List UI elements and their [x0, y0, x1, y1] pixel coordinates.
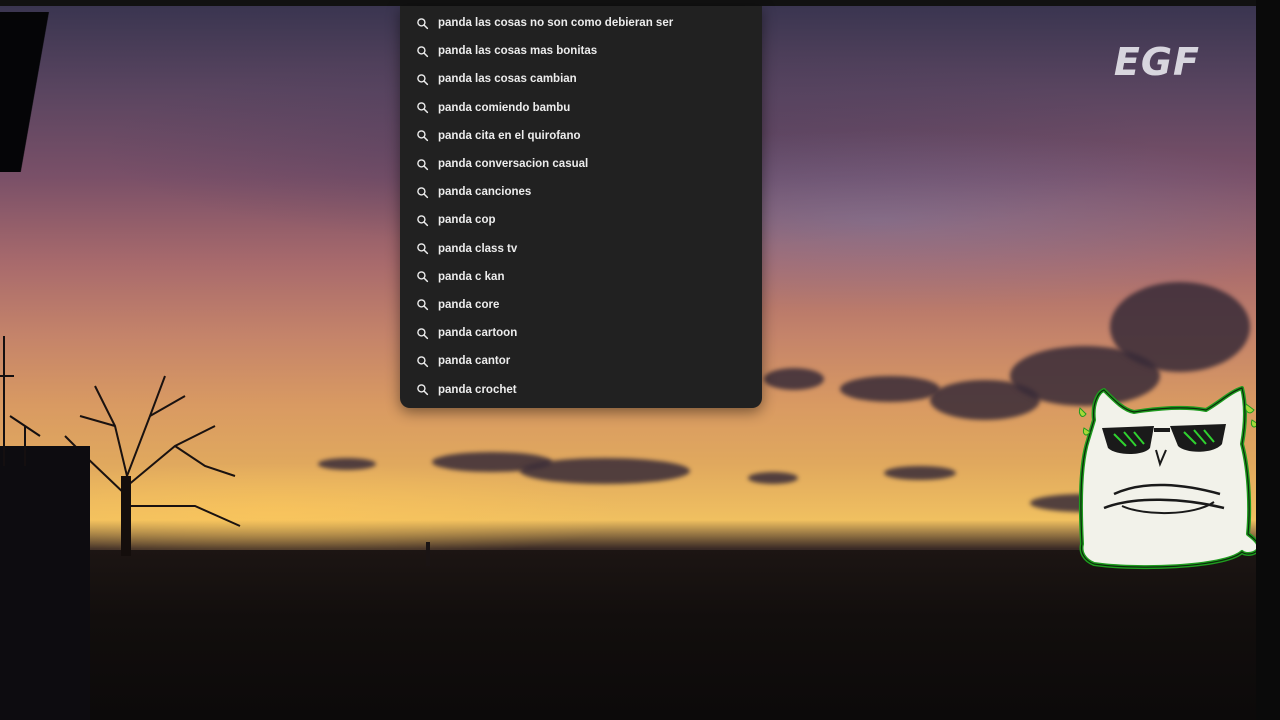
search-icon	[417, 158, 429, 170]
search-suggestion-label: panda conversacion casual	[438, 158, 589, 171]
search-suggestion-label: panda class tv	[438, 242, 518, 255]
landscape-ground	[0, 550, 1256, 720]
search-suggestion-label: panda core	[438, 298, 500, 311]
search-icon	[417, 74, 429, 86]
search-suggestion-label: panda las cosas no son como debieran ser	[438, 17, 674, 30]
search-suggestion-label: panda cop	[438, 214, 496, 227]
cat-mascot-sticker	[1078, 386, 1256, 570]
search-suggestion-item[interactable]: panda comiendo bambu	[400, 94, 762, 122]
search-icon	[417, 45, 429, 57]
search-suggestion-item[interactable]: panda cita en el quirofano	[400, 122, 762, 150]
channel-watermark: EGF	[1113, 40, 1200, 84]
window-frame-silhouette	[0, 12, 60, 172]
cloud	[1110, 282, 1250, 372]
cloud	[884, 466, 956, 480]
search-icon	[417, 243, 429, 255]
cloud	[520, 458, 690, 484]
search-icon	[417, 186, 429, 198]
cloud	[748, 472, 798, 484]
search-icon	[417, 356, 429, 367]
cloud	[840, 376, 940, 402]
search-suggestion-item[interactable]: panda las cosas no son como debieran ser	[400, 9, 762, 37]
search-suggestion-label: panda comiendo bambu	[438, 101, 571, 114]
search-icon	[417, 327, 429, 339]
search-suggestion-item[interactable]: panda class tv	[400, 235, 762, 263]
search-suggestion-label: panda canciones	[438, 186, 532, 199]
search-suggestion-item[interactable]: panda c kan	[400, 263, 762, 291]
search-icon	[417, 17, 429, 29]
cloud	[764, 368, 824, 390]
search-icon	[417, 271, 429, 283]
chimney-silhouette	[426, 542, 430, 566]
search-icon	[417, 102, 429, 114]
right-edge	[1256, 0, 1280, 720]
search-suggestion-item[interactable]: panda cantor	[400, 347, 762, 375]
search-suggestion-label: panda cartoon	[438, 327, 518, 340]
balcony-silhouette	[0, 446, 90, 720]
search-icon	[417, 215, 429, 227]
search-suggestion-label: panda crochet	[438, 383, 517, 396]
search-suggestion-item[interactable]: panda cartoon	[400, 319, 762, 347]
search-icon	[417, 299, 429, 311]
search-suggestion-item[interactable]: panda crochet	[400, 375, 762, 403]
antenna-silhouette	[0, 336, 41, 466]
search-suggestion-label: panda las cosas cambian	[438, 73, 577, 86]
search-suggestion-item[interactable]: panda las cosas cambian	[400, 65, 762, 93]
search-suggestion-item[interactable]: panda conversacion casual	[400, 150, 762, 178]
search-suggestion-item[interactable]: panda core	[400, 291, 762, 319]
search-suggestion-label: panda las cosas mas bonitas	[438, 45, 598, 58]
search-suggestion-item[interactable]: panda las cosas mas bonitas	[400, 37, 762, 65]
search-icon	[417, 130, 429, 142]
search-suggestions-dropdown: panda las cosas no son como debieran ser…	[400, 6, 762, 408]
screen: EGF panda las cosas no son como debieran…	[0, 0, 1280, 720]
cloud	[318, 458, 376, 470]
search-suggestion-item[interactable]: panda cop	[400, 206, 762, 234]
search-suggestion-label: panda cantor	[438, 355, 511, 368]
search-suggestion-label: panda cita en el quirofano	[438, 129, 581, 142]
search-suggestion-label: panda c kan	[438, 270, 505, 283]
search-icon	[417, 384, 429, 396]
search-suggestion-item[interactable]: panda canciones	[400, 178, 762, 206]
